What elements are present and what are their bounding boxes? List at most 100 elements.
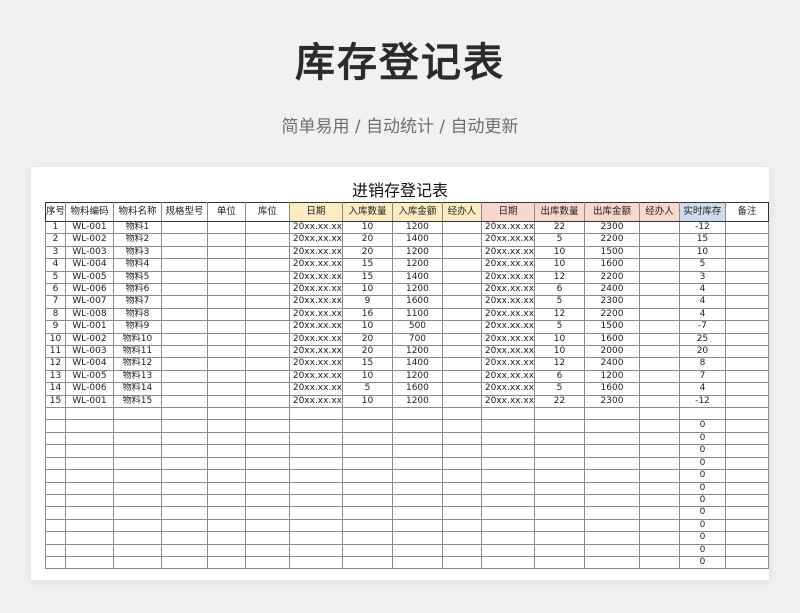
cell-code[interactable] [65, 506, 114, 520]
cell-remark[interactable] [724, 444, 769, 458]
cell-code[interactable] [65, 493, 114, 508]
cell-unit[interactable] [206, 518, 246, 533]
cell-name[interactable]: 物料5 [112, 270, 162, 285]
cell-location[interactable] [244, 543, 290, 557]
cell-out-handler[interactable] [638, 295, 680, 309]
cell-remark[interactable] [724, 543, 769, 557]
cell-out-date[interactable]: 20xx.xx.xx [480, 245, 536, 260]
cell-remark[interactable] [724, 295, 769, 309]
cell-code[interactable]: WL-003 [65, 345, 114, 359]
cell-out-qty[interactable] [534, 407, 585, 421]
cell-out-qty[interactable]: 12 [534, 270, 585, 285]
cell-seq[interactable]: 9 [44, 320, 67, 334]
cell-code[interactable]: WL-001 [65, 320, 114, 334]
cell-location[interactable] [244, 270, 290, 285]
cell-name[interactable]: 物料15 [112, 394, 162, 409]
cell-seq[interactable]: 10 [44, 332, 67, 347]
cell-stock[interactable]: 20 [678, 345, 726, 359]
cell-name[interactable]: 物料7 [112, 295, 162, 309]
cell-out-handler[interactable] [638, 518, 680, 533]
cell-unit[interactable] [206, 543, 246, 557]
cell-out-amount[interactable]: 2300 [584, 394, 640, 409]
cell-out-handler[interactable] [638, 320, 680, 334]
column-header-code[interactable]: 物料编码 [65, 202, 114, 222]
cell-in-date[interactable] [288, 506, 343, 520]
cell-unit[interactable] [206, 444, 246, 458]
cell-out-amount[interactable]: 2400 [584, 357, 640, 371]
cell-unit[interactable] [206, 506, 246, 520]
cell-out-amount[interactable] [584, 456, 640, 471]
cell-out-amount[interactable] [584, 431, 640, 446]
cell-stock[interactable]: 15 [678, 233, 726, 247]
cell-in-amount[interactable] [391, 493, 443, 508]
cell-in-handler[interactable] [441, 531, 482, 545]
cell-name[interactable] [112, 419, 162, 433]
cell-out-amount[interactable] [584, 518, 640, 533]
cell-spec[interactable] [160, 307, 208, 322]
cell-out-date[interactable]: 20xx.xx.xx [480, 369, 536, 384]
cell-seq[interactable] [44, 518, 67, 533]
cell-unit[interactable] [206, 295, 246, 309]
cell-location[interactable] [244, 419, 290, 433]
cell-out-qty[interactable]: 10 [534, 345, 585, 359]
cell-out-handler[interactable] [638, 407, 680, 421]
cell-in-date[interactable] [288, 419, 343, 433]
cell-stock[interactable]: 0 [678, 506, 726, 520]
cell-spec[interactable] [160, 394, 208, 409]
cell-remark[interactable] [724, 431, 769, 446]
cell-name[interactable] [112, 456, 162, 471]
cell-out-handler[interactable] [638, 283, 680, 297]
cell-spec[interactable] [160, 345, 208, 359]
cell-out-amount[interactable]: 1200 [584, 369, 640, 384]
cell-location[interactable] [244, 555, 290, 570]
cell-in-handler[interactable] [441, 419, 482, 433]
cell-name[interactable]: 物料3 [112, 245, 162, 260]
cell-out-qty[interactable] [534, 456, 585, 471]
cell-out-handler[interactable] [638, 543, 680, 557]
cell-in-qty[interactable]: 15 [341, 357, 393, 371]
cell-out-amount[interactable]: 2200 [584, 233, 640, 247]
cell-stock[interactable]: -12 [678, 220, 726, 235]
column-header-in-qty[interactable]: 入库数量 [341, 202, 393, 222]
cell-in-qty[interactable]: 15 [341, 258, 393, 272]
cell-out-date[interactable] [480, 481, 536, 495]
cell-in-handler[interactable] [441, 320, 482, 334]
cell-in-qty[interactable] [341, 493, 393, 508]
cell-location[interactable] [244, 506, 290, 520]
cell-in-amount[interactable]: 1600 [391, 382, 443, 396]
cell-unit[interactable] [206, 283, 246, 297]
cell-unit[interactable] [206, 419, 246, 433]
cell-stock[interactable]: 4 [678, 295, 726, 309]
cell-out-amount[interactable] [584, 469, 640, 483]
cell-remark[interactable] [724, 407, 769, 421]
cell-stock[interactable]: 3 [678, 270, 726, 285]
cell-out-date[interactable]: 20xx.xx.xx [480, 307, 536, 322]
cell-location[interactable] [244, 407, 290, 421]
cell-code[interactable] [65, 543, 114, 557]
cell-out-amount[interactable]: 2200 [584, 270, 640, 285]
cell-out-handler[interactable] [638, 382, 680, 396]
cell-in-qty[interactable]: 16 [341, 307, 393, 322]
cell-in-qty[interactable]: 10 [341, 369, 393, 384]
cell-unit[interactable] [206, 233, 246, 247]
cell-code[interactable]: WL-004 [65, 258, 114, 272]
cell-seq[interactable] [44, 407, 67, 421]
cell-in-amount[interactable]: 1400 [391, 270, 443, 285]
cell-in-handler[interactable] [441, 431, 482, 446]
cell-out-amount[interactable]: 2000 [584, 345, 640, 359]
cell-out-qty[interactable] [534, 543, 585, 557]
cell-in-handler[interactable] [441, 506, 482, 520]
cell-out-handler[interactable] [638, 233, 680, 247]
cell-out-qty[interactable] [534, 518, 585, 533]
cell-remark[interactable] [724, 382, 769, 396]
cell-remark[interactable] [724, 531, 769, 545]
cell-unit[interactable] [206, 407, 246, 421]
cell-unit[interactable] [206, 481, 246, 495]
cell-in-amount[interactable] [391, 555, 443, 570]
cell-in-date[interactable]: 20xx.xx.xx [288, 357, 343, 371]
cell-location[interactable] [244, 394, 290, 409]
cell-name[interactable]: 物料6 [112, 283, 162, 297]
cell-in-handler[interactable] [441, 332, 482, 347]
cell-unit[interactable] [206, 382, 246, 396]
cell-in-qty[interactable]: 5 [341, 382, 393, 396]
